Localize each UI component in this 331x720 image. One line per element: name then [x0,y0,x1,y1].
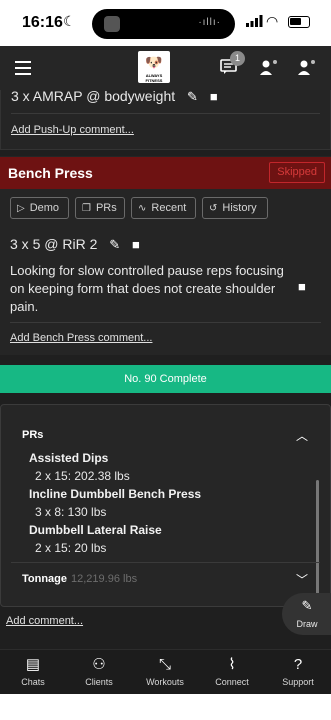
copy-icon: ❐ [82,203,91,214]
moon-icon: ☾ [63,13,76,29]
scrollbar[interactable] [316,480,319,600]
app-icon [104,16,120,32]
bench-press-header[interactable]: Bench Press Skipped [0,157,331,189]
tab-prs[interactable]: ❐ PRs [75,197,125,219]
prs-card: PRs ︿ Assisted Dips 2 x 15: 202.38 lbs I… [0,404,331,607]
status-time: 16:16 [22,14,63,31]
comment-video-icon[interactable]: ■ [298,279,306,294]
nav-connect-label: Connect [215,677,249,687]
chat-icon: ▤ [25,656,41,673]
help-icon: ? [293,656,303,673]
app-logo[interactable]: 🐶 ALWAYS FITNESS [138,51,170,83]
add-pushup-comment-link[interactable]: Add Push-Up comment... [11,124,134,136]
edit-icon[interactable]: ✎ [187,90,198,105]
nav-chats[interactable]: ▤ Chats [3,655,63,687]
workout-complete-banner[interactable]: No. 90 Complete [0,365,331,393]
divider [11,562,320,563]
menu-icon[interactable] [15,61,31,75]
home-indicator-area [0,694,331,720]
voice-user-icon[interactable] [259,59,279,75]
draw-button[interactable]: ✎ Draw [282,593,331,635]
nav-chats-label: Chats [21,677,45,687]
nav-support-label: Support [282,677,314,687]
chevron-down-icon[interactable]: ﹀ [296,571,308,588]
tab-recent-label: Recent [151,202,187,214]
pushup-card: 3 x AMRAP @ bodyweight ✎ ■ Add Push-Up c… [0,90,331,150]
nav-workouts-label: Workouts [146,677,184,687]
logo-text: ALWAYS FITNESS [145,73,163,83]
chevron-up-icon[interactable]: ︿ [296,427,308,444]
draw-label: Draw [296,619,318,629]
pencil-icon: ✎ [301,598,313,613]
pr-value: 2 x 15: 202.38 lbs [35,469,130,483]
bottom-nav: ▤ Chats ⚇ Clients ⤡ Workouts ⌇ Connect ?… [0,649,331,694]
tonnage-row: Tonnage 12,219.96 lbs [22,573,137,585]
skipped-badge[interactable]: Skipped [269,162,325,183]
prs-label: PRs [22,429,44,441]
tab-recent[interactable]: ∿ Recent [131,197,196,219]
tab-demo-label: Demo [29,202,60,214]
history-icon: ↺ [209,203,218,214]
battery-icon [288,16,310,28]
nav-clients[interactable]: ⚇ Clients [69,655,129,687]
pr-value: 2 x 15: 20 lbs [35,541,107,555]
video-icon[interactable]: ■ [132,237,140,252]
bench-sets-text: 3 x 5 @ RiR 2 [10,236,98,252]
pr-name: Dumbbell Lateral Raise [29,523,162,537]
workout-content[interactable]: 3 x AMRAP @ bodyweight ✎ ■ Add Push-Up c… [0,90,331,640]
notification-badge: 1 [230,51,245,66]
app-header: 🐶 ALWAYS FITNESS 1 [0,46,331,90]
tab-history-label: History [222,202,257,214]
nav-clients-label: Clients [85,677,113,687]
dynamic-island: ·ıllı· [92,9,235,39]
edit-icon[interactable]: ✎ [109,237,120,253]
play-icon: ▷ [17,203,25,214]
nav-support[interactable]: ? Support [268,655,328,687]
pushup-sets: 3 x AMRAP @ bodyweight ✎ ■ [11,90,218,105]
audio-wave-icon: ·ıllı· [198,17,221,28]
tab-demo[interactable]: ▷ Demo [10,197,69,219]
nav-connect[interactable]: ⌇ Connect [202,655,262,687]
tonnage-value: 12,219.96 lbs [71,573,138,585]
divider [11,113,320,114]
connect-icon: ⌇ [228,656,236,673]
clients-icon: ⚇ [92,656,106,673]
pr-value: 3 x 8: 130 lbs [35,505,107,519]
signal-icon [246,15,263,27]
video-icon[interactable]: ■ [210,90,218,104]
bench-press-title: Bench Press [8,165,93,181]
dog-logo-icon: 🐶 [145,54,163,70]
bench-coach-comment: Looking for slow controlled pause reps f… [10,263,284,314]
trend-icon: ∿ [138,203,147,214]
voice-user-alt-icon[interactable] [297,59,317,75]
nav-workouts[interactable]: ⤡ Workouts [135,655,195,687]
divider [10,322,321,323]
pr-name: Incline Dumbbell Bench Press [29,487,202,501]
add-bench-comment-link[interactable]: Add Bench Press comment... [10,332,152,344]
status-bar: 16:16 ☾ ·ıllı· ◠ [0,0,331,46]
add-workout-comment-link[interactable]: Add comment... [6,615,83,627]
tonnage-label: Tonnage [22,573,68,585]
wifi-icon: ◠ [266,13,279,29]
pushup-sets-text: 3 x AMRAP @ bodyweight [11,90,176,104]
tab-prs-label: PRs [95,202,117,214]
dumbbell-icon: ⤡ [158,656,171,673]
tab-history[interactable]: ↺ History [202,197,268,219]
bench-sets: 3 x 5 @ RiR 2 ✎ ■ [10,236,140,253]
pr-name: Assisted Dips [29,451,109,465]
